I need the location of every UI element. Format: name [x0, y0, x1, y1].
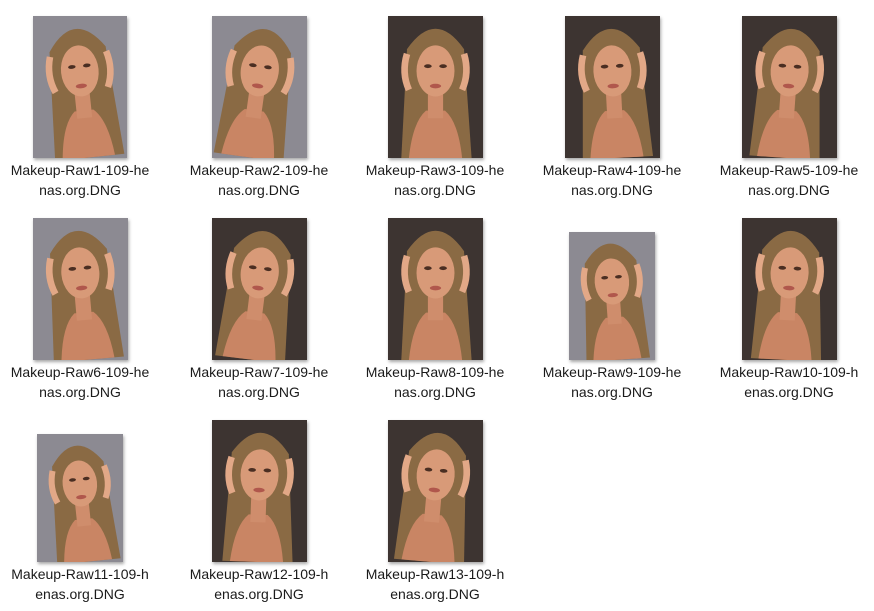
file-name-label: Makeup-Raw12-109-h enas.org.DNG — [189, 566, 329, 602]
portrait-photo-thumbnail-icon — [387, 420, 483, 562]
portrait-photo-thumbnail-icon — [569, 232, 655, 360]
file-item[interactable]: Makeup-Raw1-109-he nas.org.DNG — [0, 8, 162, 208]
file-item[interactable]: Makeup-Raw8-109-he nas.org.DNG — [353, 210, 517, 410]
portrait-photo-thumbnail-icon — [564, 16, 660, 158]
file-item[interactable]: Makeup-Raw11-109-h enas.org.DNG — [0, 412, 162, 611]
file-item[interactable]: Makeup-Raw2-109-he nas.org.DNG — [177, 8, 341, 208]
file-name-label: Makeup-Raw13-109-h enas.org.DNG — [365, 566, 505, 602]
portrait-photo-thumbnail-icon — [387, 218, 483, 360]
file-item[interactable]: Makeup-Raw4-109-he nas.org.DNG — [530, 8, 694, 208]
file-item[interactable]: Makeup-Raw12-109-h enas.org.DNG — [177, 412, 341, 611]
file-item[interactable]: Makeup-Raw9-109-he nas.org.DNG — [530, 210, 694, 410]
file-item[interactable]: Makeup-Raw3-109-he nas.org.DNG — [353, 8, 517, 208]
file-item[interactable]: Makeup-Raw13-109-h enas.org.DNG — [353, 412, 517, 611]
file-item[interactable]: Makeup-Raw7-109-he nas.org.DNG — [177, 210, 341, 410]
file-name-label: Makeup-Raw2-109-he nas.org.DNG — [189, 162, 329, 198]
portrait-photo-thumbnail-icon — [32, 218, 128, 360]
file-name-label: Makeup-Raw9-109-he nas.org.DNG — [542, 364, 682, 400]
portrait-photo-thumbnail-icon — [211, 420, 307, 562]
file-name-label: Makeup-Raw10-109-h enas.org.DNG — [719, 364, 859, 400]
file-name-label: Makeup-Raw1-109-he nas.org.DNG — [10, 162, 150, 198]
file-item[interactable]: Makeup-Raw5-109-he nas.org.DNG — [707, 8, 871, 208]
portrait-photo-thumbnail-icon — [211, 16, 307, 158]
portrait-photo-thumbnail-icon — [387, 16, 483, 158]
file-name-label: Makeup-Raw8-109-he nas.org.DNG — [365, 364, 505, 400]
file-name-label: Makeup-Raw6-109-he nas.org.DNG — [10, 364, 150, 400]
portrait-photo-thumbnail-icon — [741, 218, 837, 360]
file-name-label: Makeup-Raw11-109-h enas.org.DNG — [11, 566, 149, 602]
file-name-label: Makeup-Raw7-109-he nas.org.DNG — [189, 364, 329, 400]
file-item[interactable]: Makeup-Raw10-109-h enas.org.DNG — [707, 210, 871, 410]
file-item[interactable]: Makeup-Raw6-109-he nas.org.DNG — [0, 210, 162, 410]
portrait-photo-thumbnail-icon — [211, 218, 307, 360]
file-name-label: Makeup-Raw3-109-he nas.org.DNG — [365, 162, 505, 198]
portrait-photo-thumbnail-icon — [37, 434, 123, 562]
portrait-photo-thumbnail-icon — [33, 16, 127, 158]
file-name-label: Makeup-Raw5-109-he nas.org.DNG — [719, 162, 859, 198]
portrait-photo-thumbnail-icon — [741, 16, 837, 158]
file-grid: Makeup-Raw1-109-he nas.org.DNG Makeup-Raw… — [0, 0, 874, 611]
file-name-label: Makeup-Raw4-109-he nas.org.DNG — [542, 162, 682, 198]
